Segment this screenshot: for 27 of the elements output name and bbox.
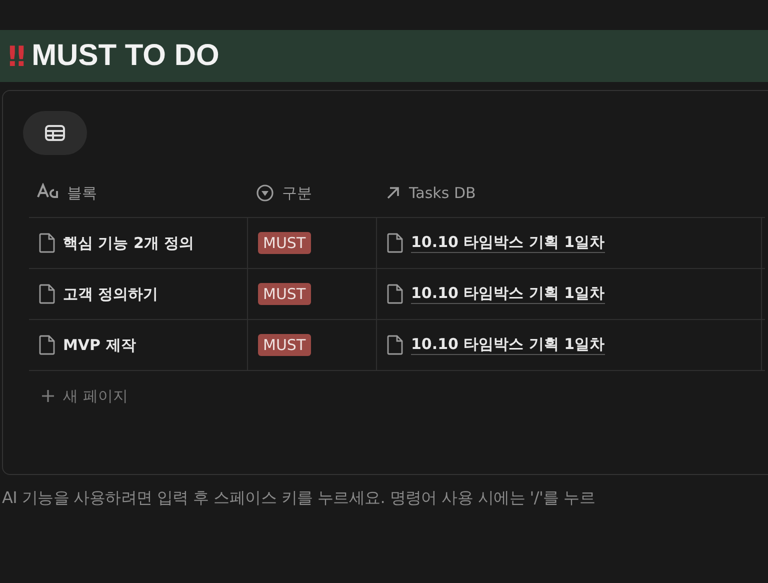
page-icon bbox=[39, 284, 55, 304]
table-icon bbox=[45, 125, 65, 141]
tag: MUST bbox=[258, 283, 311, 305]
table-view-button[interactable] bbox=[23, 111, 87, 155]
page-icon bbox=[387, 233, 403, 253]
select-icon bbox=[256, 184, 274, 202]
exclamation-icon: ‼ bbox=[8, 40, 26, 72]
new-page-button[interactable]: 새 페이지 bbox=[29, 371, 765, 421]
column-header[interactable]: 블록 bbox=[29, 169, 248, 217]
row-title[interactable]: 고객 정의하기 bbox=[63, 284, 158, 304]
plus-icon bbox=[41, 389, 55, 403]
arrow-icon bbox=[385, 185, 401, 201]
page-icon bbox=[387, 335, 403, 355]
page-icon bbox=[39, 233, 55, 253]
column-header[interactable]: 구분 bbox=[248, 169, 377, 217]
page-title: MUST TO DO bbox=[32, 39, 220, 73]
relation-link[interactable]: 10.10 타임박스 기획 1일차 bbox=[411, 284, 605, 304]
tag: MUST bbox=[258, 334, 311, 356]
relation-link[interactable]: 10.10 타임박스 기획 1일차 bbox=[411, 233, 605, 253]
row-title[interactable]: MVP 제작 bbox=[63, 336, 136, 354]
column-header[interactable]: Tasks DB bbox=[377, 169, 765, 217]
page-icon bbox=[39, 335, 55, 355]
row-title[interactable]: 핵심 기능 2개 정의 bbox=[63, 234, 194, 252]
editor-placeholder[interactable]: AI 기능을 사용하려면 입력 후 스페이스 키를 누르세요. 명령어 사용 시에는 '/'를 누르 bbox=[0, 475, 768, 509]
page-icon bbox=[387, 284, 403, 304]
tag: MUST bbox=[258, 232, 311, 254]
relation-link[interactable]: 10.10 타임박스 기획 1일차 bbox=[411, 335, 605, 355]
